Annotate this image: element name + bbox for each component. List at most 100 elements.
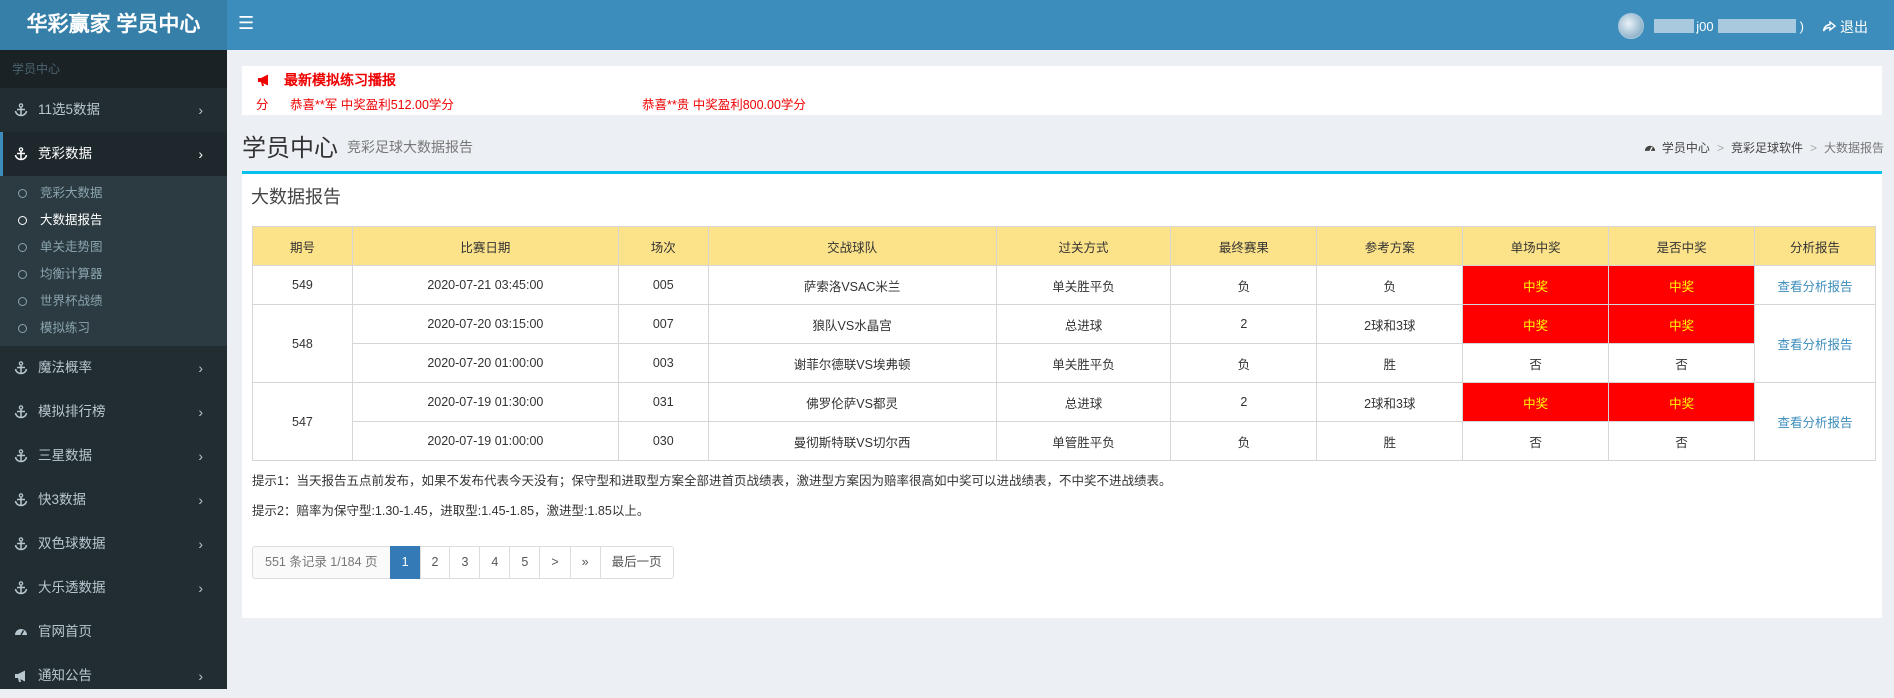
column-header: 交战球队 xyxy=(707,226,997,266)
dashboard-icon xyxy=(15,629,27,636)
match-no-cell: 005 xyxy=(617,265,709,305)
sidebar-item-3star[interactable]: 三星数据 › xyxy=(0,434,227,478)
page-button-1[interactable]: 1 xyxy=(389,546,421,579)
page-button-3[interactable]: 3 xyxy=(449,546,481,579)
win-cell: 中奖 xyxy=(1608,265,1756,305)
username-redacted xyxy=(1717,19,1796,33)
submenu-label: 单关走势图 xyxy=(40,240,103,254)
view-report-link[interactable]: 查看分析报告 xyxy=(1778,280,1853,294)
circle-icon xyxy=(18,270,27,279)
sidebar-item-notice[interactable]: 通知公告 › xyxy=(0,654,227,698)
anchor-icon xyxy=(14,449,28,463)
anchor-icon xyxy=(14,581,28,595)
table-row: 548 2020-07-20 03:15:00 007 狼队VS水晶宫 总进球 … xyxy=(252,304,1876,383)
report-link-cell: 查看分析报告 xyxy=(1754,304,1876,383)
page-button-2[interactable]: 2 xyxy=(419,546,451,579)
sidebar-item-homepage[interactable]: 官网首页 xyxy=(0,610,227,654)
sidebar-item-ssq[interactable]: 双色球数据 › xyxy=(0,522,227,566)
win-cell: 中奖 xyxy=(1608,382,1756,422)
breadcrumb-item[interactable]: 竞彩足球软件 xyxy=(1731,139,1803,156)
last-page-button[interactable]: 最后一页 xyxy=(599,546,674,579)
sidebar-item-label: 通知公告 xyxy=(38,668,92,683)
teams-cell: 曼彻斯特联VS切尔西 xyxy=(707,421,997,461)
sidebar-item-label: 快3数据 xyxy=(38,492,87,507)
table-row: 549 2020-07-21 03:45:00 005 萨索洛VSAC米兰 单关… xyxy=(252,265,1876,305)
submenu-label: 竞彩大数据 xyxy=(40,186,103,200)
report-table: 期号 比赛日期 场次 交战球队 过关方式 最终赛果 参考方案 单场中奖 是否中奖… xyxy=(252,226,1876,461)
teams-cell: 狼队VS水晶宫 xyxy=(707,304,997,344)
sidebar-item-magic[interactable]: 魔法概率 › xyxy=(0,346,227,390)
sidebar-item-jingcai[interactable]: 竞彩数据 › xyxy=(0,132,227,176)
username-redacted xyxy=(1654,19,1695,33)
date-cell: 2020-07-21 03:45:00 xyxy=(351,265,619,305)
submenu-item-report[interactable]: 大数据报告 xyxy=(0,207,227,234)
plan-cell: 2球和3球 xyxy=(1316,382,1464,422)
logout-label: 退出 xyxy=(1840,19,1868,35)
next-page-button[interactable]: > xyxy=(539,546,571,579)
share-icon xyxy=(1822,20,1836,31)
report-box: 大数据报告 期号 比赛日期 场次 交战球队 过关方式 最终赛果 参考方案 单场中… xyxy=(242,171,1882,618)
view-report-link[interactable]: 查看分析报告 xyxy=(1778,416,1853,430)
chevron-right-icon: › xyxy=(198,404,203,420)
sidebar: 学员中心 11选5数据 › 竞彩数据 › 竞彩大数据 大数据报告 单关走势图 均… xyxy=(0,50,227,689)
submenu-item-calculator[interactable]: 均衡计算器 xyxy=(0,261,227,288)
user-menu[interactable]: j00 ) xyxy=(1618,13,1804,39)
method-cell: 单关胜平负 xyxy=(995,265,1172,305)
column-header: 是否中奖 xyxy=(1608,226,1756,266)
chevron-right-icon: › xyxy=(198,360,203,376)
breadcrumb-item[interactable]: 学员中心 xyxy=(1662,139,1710,156)
submenu-item-trend[interactable]: 单关走势图 xyxy=(0,234,227,261)
submenu-label: 世界杯战绩 xyxy=(40,294,103,308)
view-report-link[interactable]: 查看分析报告 xyxy=(1778,338,1853,352)
result-cell: 负 xyxy=(1170,421,1318,461)
news-title-label: 最新模拟练习播报 xyxy=(284,72,396,88)
match-no-cell: 007 xyxy=(617,304,709,344)
bullhorn-icon xyxy=(15,670,25,682)
sidebar-item-label: 模拟排行榜 xyxy=(38,404,106,419)
column-header: 过关方式 xyxy=(995,226,1172,266)
circle-icon xyxy=(18,216,27,225)
date-cell: 2020-07-20 03:15:00 xyxy=(351,304,619,344)
chevron-right-icon: › xyxy=(198,536,203,552)
circle-icon xyxy=(18,189,27,198)
top-navbar: 华彩赢家 学员中心 ☰ j00 ) 退出 xyxy=(0,0,1894,50)
submenu-item-big-data[interactable]: 竞彩大数据 xyxy=(0,180,227,207)
pagination-info: 551 条记录 1/184 页 xyxy=(252,546,391,579)
period-cell: 548 xyxy=(252,304,353,383)
sidebar-item-11x5[interactable]: 11选5数据 › xyxy=(0,88,227,132)
logout-button[interactable]: 退出 xyxy=(1822,17,1868,37)
page-button-4[interactable]: 4 xyxy=(479,546,511,579)
match-no-cell: 030 xyxy=(617,421,709,461)
app-logo[interactable]: 华彩赢家 学员中心 xyxy=(0,0,227,50)
news-marquee: 分 恭喜**军 中奖盈利512.00学分 恭喜**贵 中奖盈利800.00学分 xyxy=(256,92,1050,112)
sidebar-item-ranking[interactable]: 模拟排行榜 › xyxy=(0,390,227,434)
breadcrumb-separator: > xyxy=(1809,140,1817,155)
report-title: 大数据报告 xyxy=(251,187,341,207)
sidebar-item-dlt[interactable]: 大乐透数据 › xyxy=(0,566,227,610)
page-button-5[interactable]: 5 xyxy=(509,546,541,579)
teams-cell: 萨索洛VSAC米兰 xyxy=(707,265,997,305)
chevron-right-icon: › xyxy=(198,448,203,464)
sidebar-item-label: 竞彩数据 xyxy=(38,146,92,161)
single-win-cell: 中奖 xyxy=(1462,265,1610,305)
match-no-cell: 003 xyxy=(617,343,709,383)
method-cell: 总进球 xyxy=(995,382,1172,422)
tip-2: 提示2：赔率为保守型:1.30-1.45，进取型:1.45-1.85，激进型:1… xyxy=(252,504,650,518)
menu-toggle-icon[interactable]: ☰ xyxy=(238,14,256,32)
column-header: 分析报告 xyxy=(1754,226,1876,266)
page-subtitle: 竞彩足球大数据报告 xyxy=(347,139,473,155)
period-cell: 547 xyxy=(252,382,353,461)
submenu-item-practice[interactable]: 模拟练习 xyxy=(0,315,227,342)
tip-1: 提示1：当天报告五点前发布，如果不发布代表今天没有；保守型和进取型方案全部进首页… xyxy=(252,474,1172,488)
next-group-button[interactable]: » xyxy=(569,546,601,579)
sidebar-item-k3[interactable]: 快3数据 › xyxy=(0,478,227,522)
avatar xyxy=(1618,13,1645,39)
submenu-item-worldcup[interactable]: 世界杯战绩 xyxy=(0,288,227,315)
method-cell: 总进球 xyxy=(995,304,1172,344)
result-cell: 负 xyxy=(1170,265,1318,305)
news-item: 恭喜**军 中奖盈利512.00学分 xyxy=(290,98,454,112)
anchor-icon xyxy=(14,147,28,161)
news-ticker: 最新模拟练习播报 分 恭喜**军 中奖盈利512.00学分 恭喜**贵 中奖盈利… xyxy=(242,66,1882,115)
anchor-icon xyxy=(14,493,28,507)
sidebar-header: 学员中心 xyxy=(0,50,227,88)
